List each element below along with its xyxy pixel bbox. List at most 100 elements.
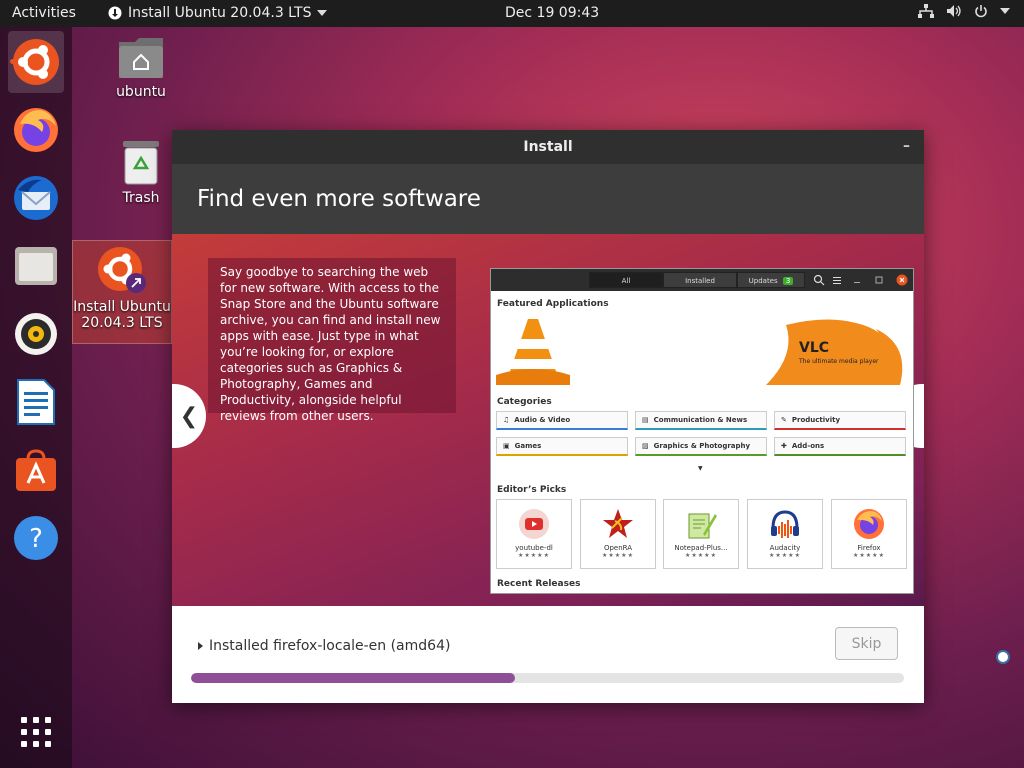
vlc-banner: VLC The ultimate media player — [496, 315, 910, 385]
preview-recent-title: Recent Releases — [497, 579, 581, 589]
desktop-installer-label-1: Install Ubuntu — [73, 299, 171, 315]
pick-firefox: Firefox ★★★★★ — [831, 499, 907, 569]
mouse-cursor — [996, 650, 1010, 664]
app-menu[interactable]: Install Ubuntu 20.04.3 LTS — [108, 5, 328, 21]
pick-rating: ★★★★★ — [853, 552, 885, 559]
network-icon — [918, 4, 934, 18]
preview-category-games: ▣ Games — [496, 437, 628, 456]
dock-rhythmbox[interactable] — [8, 303, 64, 365]
vlc-banner-title: VLC — [799, 340, 829, 356]
chevron-down-icon: ▼ — [698, 465, 703, 472]
preview-updates-badge: 3 — [782, 277, 794, 285]
progress-panel: Installed firefox-locale-en (amd64) Skip — [172, 606, 924, 703]
maximize-icon — [875, 276, 883, 284]
gamepad-icon: ▣ — [503, 442, 510, 450]
menu-icon — [833, 277, 841, 284]
ubuntu-software-icon — [16, 449, 56, 491]
thunderbird-icon — [14, 176, 58, 220]
dock-ubuntu-installer[interactable] — [8, 31, 64, 93]
pick-label: Audacity — [769, 544, 801, 552]
desktop-installer-shortcut[interactable]: Install Ubuntu 20.04.3 LTS — [72, 240, 172, 344]
slide-title: Find even more software — [197, 186, 481, 212]
ubuntu-installer-icon — [98, 247, 146, 293]
dock-thunderbird[interactable] — [8, 167, 64, 229]
search-icon — [813, 274, 825, 286]
install-status-text: Installed firefox-locale-en (amd64) — [209, 638, 451, 654]
music-note-icon: ♫ — [503, 416, 510, 424]
home-folder-icon — [119, 38, 163, 78]
desktop-home-label: ubuntu — [116, 84, 166, 100]
install-status-expander[interactable]: Installed firefox-locale-en (amd64) — [198, 638, 450, 654]
category-label: Graphics & Photography — [653, 442, 751, 450]
preview-tab-updates: Updates 3 — [737, 272, 805, 288]
news-icon: ▤ — [642, 416, 649, 424]
pick-rating: ★★★★★ — [602, 552, 634, 559]
pick-rating: ★★★★★ — [769, 552, 801, 559]
preview-category-addons: ✚ Add-ons — [774, 437, 906, 456]
preview-category-productivity: ✎ Productivity — [774, 411, 906, 430]
category-label: Audio & Video — [514, 416, 571, 424]
firefox-icon — [854, 509, 884, 539]
writer-icon — [17, 379, 55, 425]
show-applications-button[interactable] — [8, 701, 64, 763]
desktop-trash[interactable]: Trash — [106, 140, 176, 206]
preview-category-graphics: ▨ Graphics & Photography — [635, 437, 767, 456]
dock-libreoffice-writer[interactable] — [8, 371, 64, 433]
activities-button[interactable]: Activities — [12, 5, 76, 21]
skip-button[interactable]: Skip — [835, 627, 898, 660]
top-bar: Activities Install Ubuntu 20.04.3 LTS De… — [0, 0, 1024, 27]
slideshow: Say goodbye to searching the web for new… — [172, 234, 924, 606]
installer-window: Install – Find even more software Say go… — [172, 130, 924, 703]
pick-rating: ★★★★★ — [685, 552, 717, 559]
pick-rating: ★★★★★ — [518, 552, 550, 559]
window-title: Install — [523, 139, 573, 155]
pick-youtube-dl: youtube-dl ★★★★★ — [496, 499, 572, 569]
pick-notepad-plus: Notepad-Plus... ★★★★★ — [663, 499, 739, 569]
preview-tab-installed: Installed — [663, 272, 737, 288]
preview-headerbar: All Installed Updates 3 — [491, 269, 913, 291]
software-preview-screenshot: All Installed Updates 3 Featured Applica… — [490, 268, 914, 594]
openra-icon — [603, 509, 633, 538]
notepad-plus-icon — [688, 513, 717, 539]
category-label: Add-ons — [791, 442, 825, 450]
install-progress-fill — [191, 673, 516, 683]
pick-label: OpenRA — [603, 544, 633, 552]
install-progress-bar — [191, 673, 904, 683]
close-icon — [896, 274, 908, 286]
pick-label: Firefox — [857, 544, 881, 552]
minimize-button[interactable]: – — [903, 138, 910, 154]
pick-audacity: Audacity ★★★★★ — [747, 499, 823, 569]
preview-category-audio-video: ♫ Audio & Video — [496, 411, 628, 430]
firefox-icon — [14, 108, 58, 152]
slide-description: Say goodbye to searching the web for new… — [208, 258, 456, 423]
window-titlebar[interactable]: Install – — [172, 130, 924, 164]
dock-files[interactable] — [8, 235, 64, 297]
desktop-home-folder[interactable]: ubuntu — [106, 34, 176, 100]
category-label: Communication & News — [653, 416, 748, 424]
preview-categories-title: Categories — [497, 397, 552, 407]
app-grid-icon — [21, 717, 51, 747]
dock-firefox[interactable] — [8, 99, 64, 161]
app-menu-label: Install Ubuntu 20.04.3 LTS — [128, 5, 312, 21]
category-label: Productivity — [791, 416, 841, 424]
slide-header: Find even more software — [172, 164, 924, 234]
puzzle-icon: ✚ — [781, 442, 787, 450]
pick-openra: OpenRA ★★★★★ — [580, 499, 656, 569]
dock-ubuntu-software[interactable] — [8, 439, 64, 501]
preview-category-communication: ▤ Communication & News — [635, 411, 767, 430]
pencil-icon: ✎ — [781, 416, 787, 424]
trash-icon — [123, 141, 159, 185]
expander-arrow-icon — [198, 642, 203, 650]
volume-icon — [947, 5, 961, 17]
dock: ? — [0, 27, 72, 768]
minimize-icon — [854, 282, 860, 283]
youtube-dl-icon — [519, 509, 549, 539]
chevron-left-icon: ❮ — [179, 403, 199, 429]
system-tray[interactable] — [918, 4, 1010, 18]
dock-help[interactable]: ? — [8, 507, 64, 569]
previous-slide-button[interactable]: ❮ — [172, 384, 206, 448]
preview-featured-title: Featured Applications — [497, 299, 609, 309]
clock[interactable]: Dec 19 09:43 — [505, 5, 599, 21]
rhythmbox-icon — [15, 313, 57, 355]
vlc-banner-tagline: The ultimate media player — [798, 358, 879, 365]
